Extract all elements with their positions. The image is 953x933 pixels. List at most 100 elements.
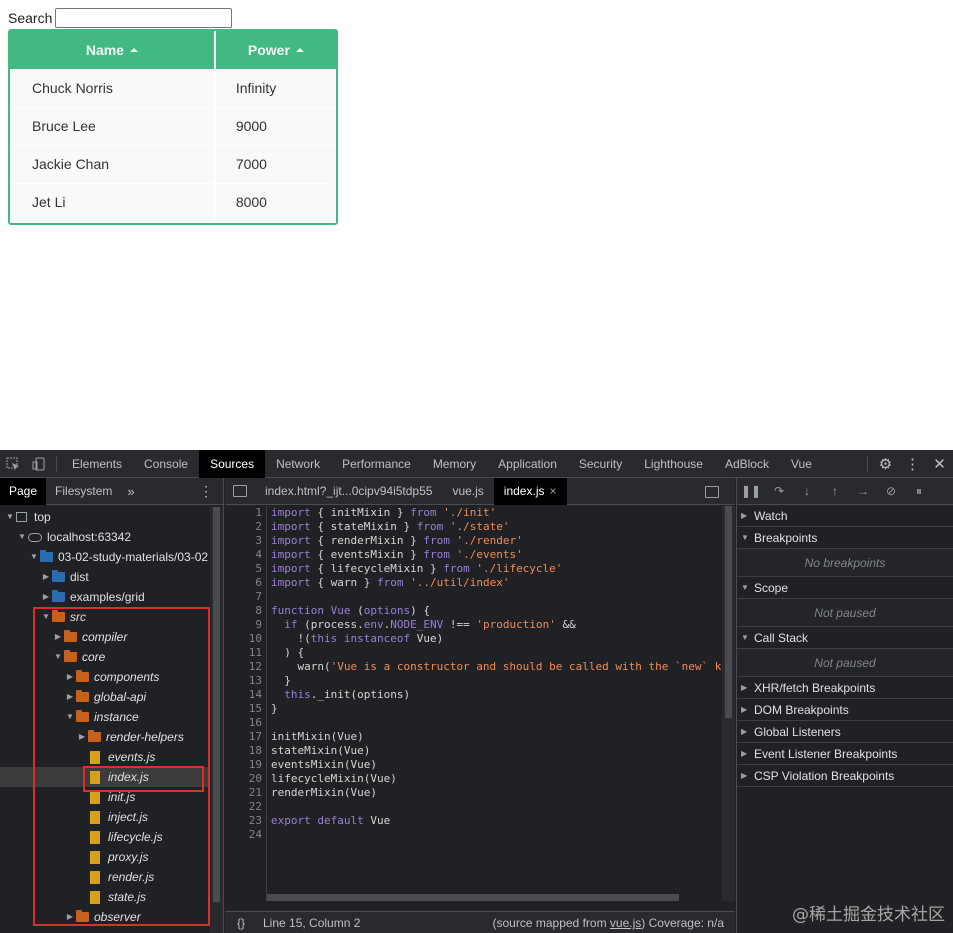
tree-file[interactable]: events.js bbox=[0, 747, 210, 767]
toggle-navigator-icon[interactable] bbox=[225, 478, 255, 505]
tab-sources[interactable]: Sources bbox=[199, 449, 266, 478]
tab-performance[interactable]: Performance bbox=[331, 450, 422, 478]
pane-header-event-listener-breakpoints[interactable]: ▶ Event Listener Breakpoints bbox=[737, 743, 953, 765]
code-horizontal-scrollbar[interactable] bbox=[267, 894, 722, 901]
tree-folder[interactable]: ▼ core bbox=[0, 647, 210, 667]
tab-elements[interactable]: Elements bbox=[61, 450, 133, 478]
line-number-gutter[interactable]: 1 2 3 4 5 6 7 8 9 10 11 12 13 14 15 16 17 18 19 20 21 22 23 24 bbox=[225, 506, 267, 901]
tree-folder[interactable]: ▶ render-helpers bbox=[0, 727, 210, 747]
pane-header-watch[interactable]: ▶ Watch bbox=[737, 505, 953, 527]
line-number[interactable]: 9 bbox=[225, 618, 266, 632]
column-header-name[interactable]: Name bbox=[10, 31, 216, 69]
kebab-menu-icon[interactable]: ⋮ bbox=[199, 478, 213, 505]
line-number[interactable]: 13 bbox=[225, 674, 266, 688]
line-number[interactable]: 14 bbox=[225, 688, 266, 702]
line-number[interactable]: 17 bbox=[225, 730, 266, 744]
tab-lighthouse[interactable]: Lighthouse bbox=[633, 450, 714, 478]
tree-folder[interactable]: ▶ observer bbox=[0, 907, 210, 927]
tree-file[interactable]: lifecycle.js bbox=[0, 827, 210, 847]
step-out-icon[interactable]: ↑ bbox=[821, 484, 849, 498]
deactivate-breakpoints-icon[interactable]: ⊘ bbox=[877, 484, 905, 498]
gear-icon[interactable]: ⚙ bbox=[872, 455, 899, 473]
inspect-element-icon[interactable] bbox=[0, 450, 26, 478]
tree-folder[interactable]: ▼ localhost:63342 bbox=[0, 527, 210, 547]
tab-filesystem[interactable]: Filesystem bbox=[46, 478, 121, 505]
line-number[interactable]: 3 bbox=[225, 534, 266, 548]
column-header-power[interactable]: Power bbox=[214, 31, 336, 69]
scrollbar-thumb[interactable] bbox=[267, 894, 679, 901]
pane-header-breakpoints[interactable]: ▼ Breakpoints bbox=[737, 527, 953, 549]
scrollbar-thumb[interactable] bbox=[725, 506, 732, 718]
close-icon[interactable]: ✕ bbox=[926, 455, 953, 473]
tree-folder[interactable]: ▼ instance bbox=[0, 707, 210, 727]
line-number[interactable]: 5 bbox=[225, 562, 266, 576]
toggle-debugger-icon[interactable] bbox=[697, 478, 727, 505]
tree-file[interactable]: state.js bbox=[0, 887, 210, 907]
pretty-print-button[interactable]: {} bbox=[225, 916, 257, 930]
tree-folder[interactable]: ▶ components bbox=[0, 667, 210, 687]
code-lines[interactable]: import { initMixin } from './init' import… bbox=[271, 506, 721, 842]
line-number[interactable]: 21 bbox=[225, 786, 266, 800]
tab-application[interactable]: Application bbox=[487, 450, 568, 478]
tab-adblock[interactable]: AdBlock bbox=[714, 450, 780, 478]
editor-tab-index-html[interactable]: index.html?_ijt...0cipv94i5tdp55 bbox=[255, 478, 442, 505]
line-number[interactable]: 10 bbox=[225, 632, 266, 646]
pane-header-dom-breakpoints[interactable]: ▶ DOM Breakpoints bbox=[737, 699, 953, 721]
tree-folder[interactable]: ▼ top bbox=[0, 507, 210, 527]
code-vertical-scrollbar[interactable] bbox=[722, 506, 735, 901]
tree-folder[interactable]: ▼ src bbox=[0, 607, 210, 627]
code-area[interactable]: 1 2 3 4 5 6 7 8 9 10 11 12 13 14 15 16 17 18 19 20 21 22 23 24 … bbox=[225, 506, 735, 901]
pane-header-scope[interactable]: ▼ Scope bbox=[737, 577, 953, 599]
tree-folder[interactable]: ▶ dist bbox=[0, 567, 210, 587]
tree-folder[interactable]: ▶ global-api bbox=[0, 687, 210, 707]
tab-vue[interactable]: Vue bbox=[780, 450, 823, 478]
search-input[interactable] bbox=[55, 8, 233, 28]
editor-tab-vue-js[interactable]: vue.js bbox=[442, 478, 493, 505]
more-tabs-icon[interactable]: » bbox=[121, 484, 140, 499]
tree-folder[interactable]: ▶ compiler bbox=[0, 627, 210, 647]
pause-icon[interactable]: ❚❚ bbox=[737, 484, 765, 498]
line-number[interactable]: 15 bbox=[225, 702, 266, 716]
step-into-icon[interactable]: ↓ bbox=[793, 484, 821, 498]
scrollbar-thumb[interactable] bbox=[213, 507, 220, 902]
tree-file[interactable]: init.js bbox=[0, 787, 210, 807]
line-number[interactable]: 23 bbox=[225, 814, 266, 828]
line-number[interactable]: 11 bbox=[225, 646, 266, 660]
editor-tab-index-js[interactable]: index.js × bbox=[493, 478, 567, 505]
pane-header-csp-violation-breakpoints[interactable]: ▶ CSP Violation Breakpoints bbox=[737, 765, 953, 787]
tree-file[interactable]: index.js bbox=[0, 767, 210, 787]
pane-header-xhr-fetch-breakpoints[interactable]: ▶ XHR/fetch Breakpoints bbox=[737, 677, 953, 699]
tab-security[interactable]: Security bbox=[568, 450, 633, 478]
line-number[interactable]: 22 bbox=[225, 800, 266, 814]
tree-folder[interactable]: ▶ examples/grid bbox=[0, 587, 210, 607]
line-number[interactable]: 2 bbox=[225, 520, 266, 534]
step-over-icon[interactable]: ↷ bbox=[765, 484, 793, 498]
tab-page[interactable]: Page bbox=[0, 478, 47, 505]
line-number[interactable]: 24 bbox=[225, 828, 266, 842]
line-number[interactable]: 18 bbox=[225, 744, 266, 758]
navigator-scrollbar[interactable] bbox=[210, 507, 223, 933]
close-tab-icon[interactable]: × bbox=[549, 484, 556, 498]
line-number[interactable]: 4 bbox=[225, 548, 266, 562]
line-number[interactable]: 20 bbox=[225, 772, 266, 786]
line-number[interactable]: 16 bbox=[225, 716, 266, 730]
device-toolbar-icon[interactable] bbox=[26, 450, 52, 478]
line-number[interactable]: 7 bbox=[225, 590, 266, 604]
source-map-link[interactable]: vue.js bbox=[610, 916, 641, 930]
line-number[interactable]: 6 bbox=[225, 576, 266, 590]
tree-folder[interactable]: ▼ 03-02-study-materials/03-02 bbox=[0, 547, 210, 567]
pause-on-exceptions-icon[interactable]: ⏸ bbox=[905, 484, 933, 499]
pane-header-global-listeners[interactable]: ▶ Global Listeners bbox=[737, 721, 953, 743]
kebab-menu-icon[interactable]: ⋮ bbox=[899, 455, 926, 473]
line-number[interactable]: 1 bbox=[225, 506, 266, 520]
line-number[interactable]: 12 bbox=[225, 660, 266, 674]
tree-file[interactable]: render.js bbox=[0, 867, 210, 887]
tab-console[interactable]: Console bbox=[133, 450, 199, 478]
tab-memory[interactable]: Memory bbox=[422, 450, 487, 478]
pane-header-call-stack[interactable]: ▼ Call Stack bbox=[737, 627, 953, 649]
step-icon[interactable]: → bbox=[849, 484, 877, 498]
tab-network[interactable]: Network bbox=[265, 450, 331, 478]
line-number[interactable]: 19 bbox=[225, 758, 266, 772]
tree-file[interactable]: inject.js bbox=[0, 807, 210, 827]
tree-file[interactable]: proxy.js bbox=[0, 847, 210, 867]
